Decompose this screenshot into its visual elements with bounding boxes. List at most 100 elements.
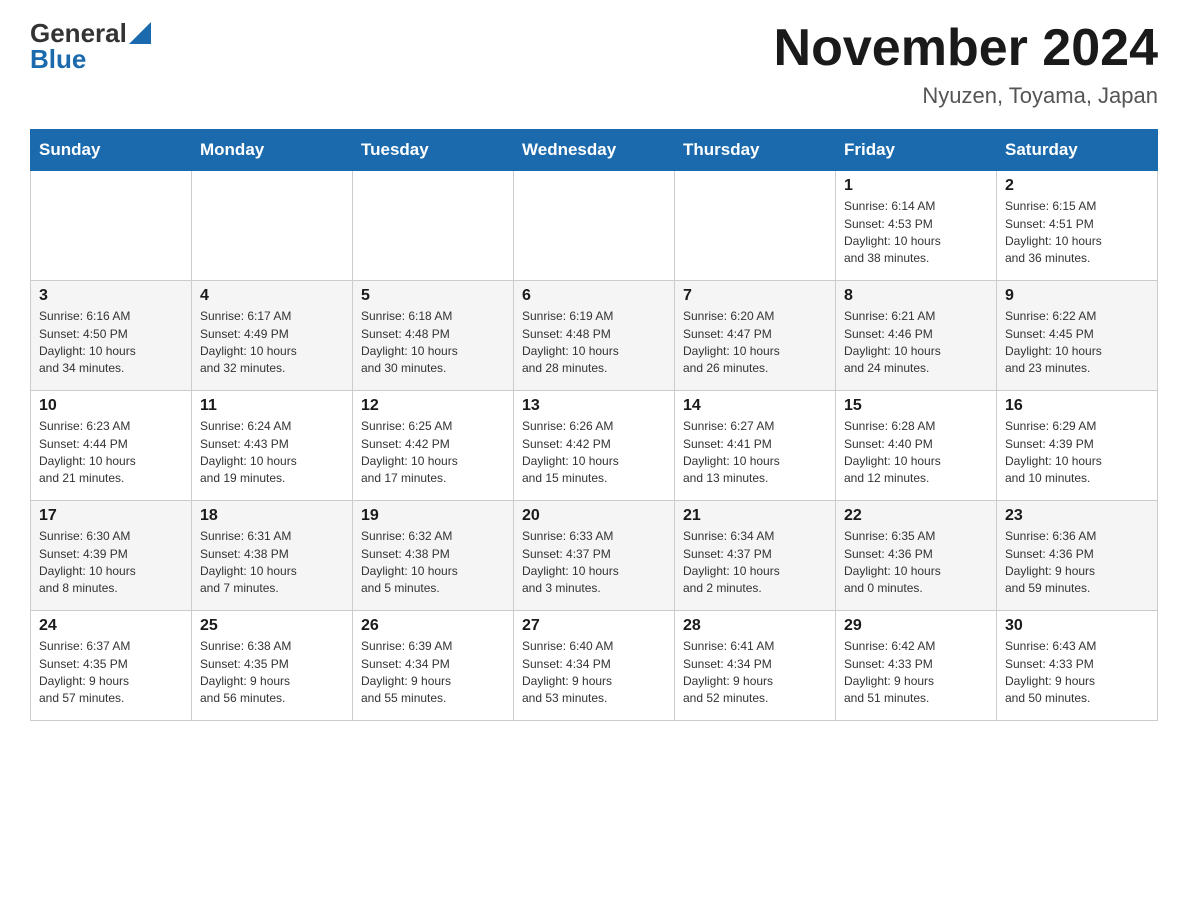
day-number: 2	[1005, 177, 1149, 195]
day-info: Sunrise: 6:32 AMSunset: 4:38 PMDaylight:…	[361, 528, 505, 598]
day-number: 19	[361, 507, 505, 525]
day-number: 14	[683, 397, 827, 415]
calendar-cell: 26Sunrise: 6:39 AMSunset: 4:34 PMDayligh…	[353, 611, 514, 721]
day-info: Sunrise: 6:33 AMSunset: 4:37 PMDaylight:…	[522, 528, 666, 598]
calendar-header-wednesday: Wednesday	[514, 130, 675, 171]
calendar-cell: 2 Sunrise: 6:15 AMSunset: 4:51 PMDaylight…	[997, 171, 1158, 281]
calendar-header-monday: Monday	[192, 130, 353, 171]
calendar-cell: 13 Sunrise: 6:26 AMSunset: 4:42 PMDayligh…	[514, 391, 675, 501]
day-info: Sunrise: 6:24 AMSunset: 4:43 PMDaylight:…	[200, 418, 344, 488]
calendar-cell: 24 Sunrise: 6:37 AMSunset: 4:35 PMDayligh…	[31, 611, 192, 721]
calendar-cell	[353, 171, 514, 281]
day-number: 18	[200, 507, 344, 525]
calendar-week-row: 17 Sunrise: 6:30 AMSunset: 4:39 PMDayligh…	[31, 501, 1158, 611]
day-number: 11	[200, 397, 344, 415]
day-info: Sunrise: 6:23 AMSunset: 4:44 PMDaylight:…	[39, 418, 183, 488]
calendar-cell: 7 Sunrise: 6:20 AMSunset: 4:47 PMDaylight…	[675, 281, 836, 391]
day-info: Sunrise: 6:36 AMSunset: 4:36 PMDaylight:…	[1005, 528, 1149, 598]
day-number: 29	[844, 617, 988, 635]
day-info: Sunrise: 6:21 AMSunset: 4:46 PMDaylight:…	[844, 308, 988, 378]
calendar-cell: 19 Sunrise: 6:32 AMSunset: 4:38 PMDayligh…	[353, 501, 514, 611]
calendar-cell	[192, 171, 353, 281]
location-text: Nyuzen, Toyama, Japan	[774, 83, 1158, 109]
day-number: 8	[844, 287, 988, 305]
calendar-cell: 3Sunrise: 6:16 AMSunset: 4:50 PMDaylight…	[31, 281, 192, 391]
day-info: Sunrise: 6:18 AMSunset: 4:48 PMDaylight:…	[361, 308, 505, 378]
calendar-cell: 5Sunrise: 6:18 AMSunset: 4:48 PMDaylight…	[353, 281, 514, 391]
calendar-cell: 17 Sunrise: 6:30 AMSunset: 4:39 PMDayligh…	[31, 501, 192, 611]
day-info: Sunrise: 6:20 AMSunset: 4:47 PMDaylight:…	[683, 308, 827, 378]
day-info: Sunrise: 6:31 AMSunset: 4:38 PMDaylight:…	[200, 528, 344, 598]
day-info: Sunrise: 6:16 AMSunset: 4:50 PMDaylight:…	[39, 308, 183, 378]
day-number: 12	[361, 397, 505, 415]
calendar-table: SundayMondayTuesdayWednesdayThursdayFrid…	[30, 129, 1158, 721]
calendar-cell: 14 Sunrise: 6:27 AMSunset: 4:41 PMDayligh…	[675, 391, 836, 501]
day-info: Sunrise: 6:15 AMSunset: 4:51 PMDaylight:…	[1005, 198, 1149, 268]
day-number: 20	[522, 507, 666, 525]
day-number: 27	[522, 617, 666, 635]
day-number: 23	[1005, 507, 1149, 525]
day-number: 6	[522, 287, 666, 305]
day-info: Sunrise: 6:28 AMSunset: 4:40 PMDaylight:…	[844, 418, 988, 488]
calendar-cell: 25Sunrise: 6:38 AMSunset: 4:35 PMDayligh…	[192, 611, 353, 721]
logo-general-text: General	[30, 20, 127, 46]
calendar-header-tuesday: Tuesday	[353, 130, 514, 171]
calendar-week-row: 10 Sunrise: 6:23 AMSunset: 4:44 PMDayligh…	[31, 391, 1158, 501]
calendar-cell	[675, 171, 836, 281]
calendar-cell	[31, 171, 192, 281]
calendar-cell: 27 Sunrise: 6:40 AMSunset: 4:34 PMDayligh…	[514, 611, 675, 721]
day-info: Sunrise: 6:39 AMSunset: 4:34 PMDaylight:…	[361, 638, 505, 708]
day-number: 13	[522, 397, 666, 415]
calendar-cell: 12 Sunrise: 6:25 AMSunset: 4:42 PMDayligh…	[353, 391, 514, 501]
calendar-header-friday: Friday	[836, 130, 997, 171]
day-info: Sunrise: 6:27 AMSunset: 4:41 PMDaylight:…	[683, 418, 827, 488]
calendar-cell: 10 Sunrise: 6:23 AMSunset: 4:44 PMDayligh…	[31, 391, 192, 501]
day-info: Sunrise: 6:37 AMSunset: 4:35 PMDaylight:…	[39, 638, 183, 708]
calendar-header-thursday: Thursday	[675, 130, 836, 171]
day-number: 4	[200, 287, 344, 305]
day-number: 15	[844, 397, 988, 415]
day-info: Sunrise: 6:30 AMSunset: 4:39 PMDaylight:…	[39, 528, 183, 598]
day-info: Sunrise: 6:17 AMSunset: 4:49 PMDaylight:…	[200, 308, 344, 378]
day-number: 30	[1005, 617, 1149, 635]
calendar-header-saturday: Saturday	[997, 130, 1158, 171]
calendar-cell: 6Sunrise: 6:19 AMSunset: 4:48 PMDaylight…	[514, 281, 675, 391]
day-info: Sunrise: 6:40 AMSunset: 4:34 PMDaylight:…	[522, 638, 666, 708]
day-info: Sunrise: 6:25 AMSunset: 4:42 PMDaylight:…	[361, 418, 505, 488]
day-number: 10	[39, 397, 183, 415]
calendar-cell: 20 Sunrise: 6:33 AMSunset: 4:37 PMDayligh…	[514, 501, 675, 611]
day-number: 24	[39, 617, 183, 635]
day-number: 16	[1005, 397, 1149, 415]
day-number: 1	[844, 177, 988, 195]
title-section: November 2024 Nyuzen, Toyama, Japan	[774, 20, 1158, 109]
calendar-cell: 15 Sunrise: 6:28 AMSunset: 4:40 PMDayligh…	[836, 391, 997, 501]
calendar-cell: 8 Sunrise: 6:21 AMSunset: 4:46 PMDaylight…	[836, 281, 997, 391]
day-number: 22	[844, 507, 988, 525]
day-info: Sunrise: 6:29 AMSunset: 4:39 PMDaylight:…	[1005, 418, 1149, 488]
calendar-cell: 11 Sunrise: 6:24 AMSunset: 4:43 PMDayligh…	[192, 391, 353, 501]
calendar-week-row: 3Sunrise: 6:16 AMSunset: 4:50 PMDaylight…	[31, 281, 1158, 391]
logo-blue-text: Blue	[30, 46, 86, 72]
calendar-cell	[514, 171, 675, 281]
day-number: 7	[683, 287, 827, 305]
page-header: General Blue November 2024 Nyuzen, Toyam…	[30, 20, 1158, 109]
calendar-header-sunday: Sunday	[31, 130, 192, 171]
day-number: 21	[683, 507, 827, 525]
day-info: Sunrise: 6:41 AMSunset: 4:34 PMDaylight:…	[683, 638, 827, 708]
month-title: November 2024	[774, 20, 1158, 77]
calendar-week-row: 24 Sunrise: 6:37 AMSunset: 4:35 PMDayligh…	[31, 611, 1158, 721]
logo: General Blue	[30, 20, 151, 72]
calendar-header-row: SundayMondayTuesdayWednesdayThursdayFrid…	[31, 130, 1158, 171]
calendar-cell: 21Sunrise: 6:34 AMSunset: 4:37 PMDayligh…	[675, 501, 836, 611]
day-number: 25	[200, 617, 344, 635]
calendar-cell: 29Sunrise: 6:42 AMSunset: 4:33 PMDayligh…	[836, 611, 997, 721]
calendar-cell: 16 Sunrise: 6:29 AMSunset: 4:39 PMDayligh…	[997, 391, 1158, 501]
day-info: Sunrise: 6:35 AMSunset: 4:36 PMDaylight:…	[844, 528, 988, 598]
logo-triangle-icon	[129, 22, 151, 44]
day-info: Sunrise: 6:22 AMSunset: 4:45 PMDaylight:…	[1005, 308, 1149, 378]
calendar-cell: 9Sunrise: 6:22 AMSunset: 4:45 PMDaylight…	[997, 281, 1158, 391]
day-number: 17	[39, 507, 183, 525]
day-info: Sunrise: 6:14 AMSunset: 4:53 PMDaylight:…	[844, 198, 988, 268]
day-info: Sunrise: 6:26 AMSunset: 4:42 PMDaylight:…	[522, 418, 666, 488]
calendar-cell: 1 Sunrise: 6:14 AMSunset: 4:53 PMDaylight…	[836, 171, 997, 281]
